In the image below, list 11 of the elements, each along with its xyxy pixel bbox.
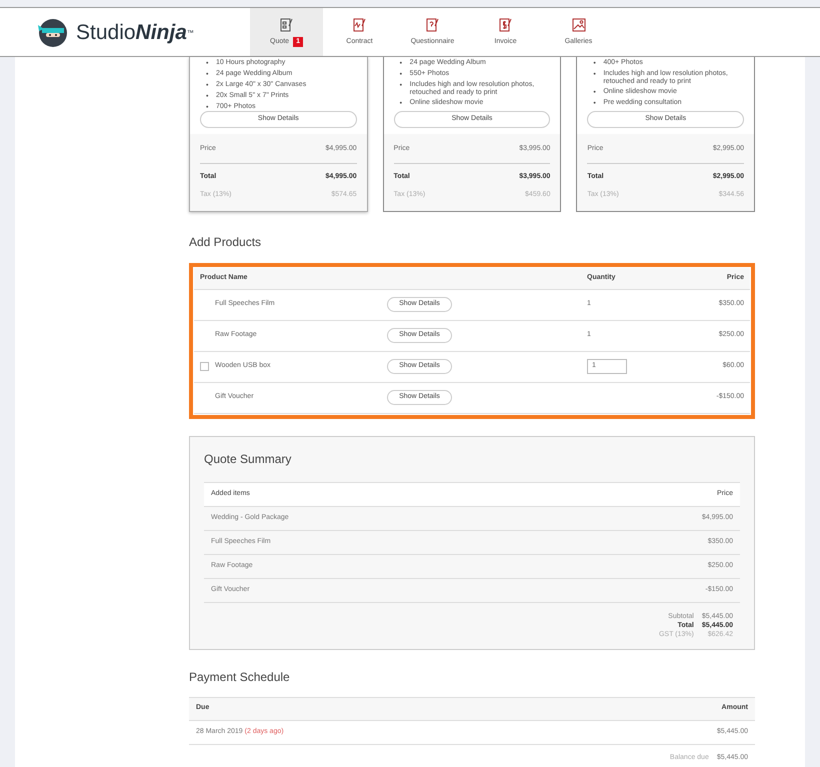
- document-pen-icon: [278, 16, 294, 33]
- question-document-icon: [424, 16, 440, 33]
- checkbox[interactable]: [200, 362, 209, 371]
- section-title: Payment Schedule: [189, 668, 291, 686]
- section-title: Quote Summary: [204, 450, 292, 468]
- signature-document-icon: [352, 16, 368, 33]
- brand-logo-text: StudioNinja$^{™}$: [76, 22, 194, 42]
- ninja-logo-icon: [36, 16, 68, 48]
- picture-icon: [570, 16, 586, 33]
- dollar-document-icon: [498, 16, 514, 33]
- section-title: Add Products: [189, 234, 262, 250]
